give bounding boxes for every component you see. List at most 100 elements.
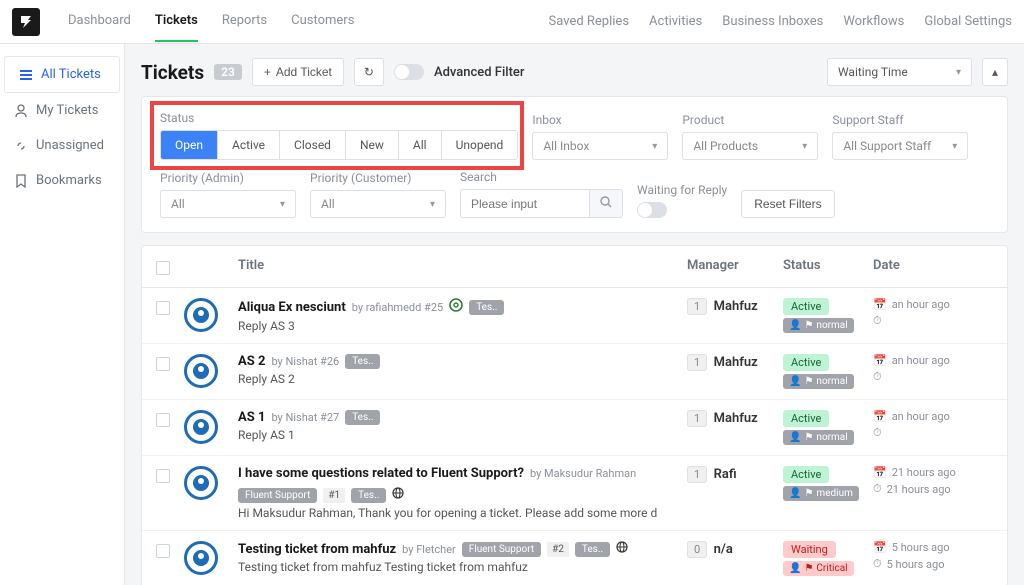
status-tab-all[interactable]: All [399,131,442,159]
clock-icon: ⏱ [873,557,882,571]
reset-filters-button[interactable]: Reset Filters [741,190,834,218]
select-all-checkbox[interactable] [156,261,170,275]
status-badge: Active [783,298,829,315]
col-title: Title [238,258,687,275]
reply-count: 1 [687,354,707,371]
nav-workflows[interactable]: Workflows [843,2,904,41]
priority-badge: 👤⚑ normal [783,318,854,333]
nav-dashboard[interactable]: Dashboard [68,1,131,42]
clock-icon: ⏱ [873,314,882,328]
priority-customer-select[interactable]: All ▾ [310,190,446,218]
status-tab-closed[interactable]: Closed [280,131,346,159]
sidebar-item-all-tickets[interactable]: All Tickets [4,56,120,93]
nav-saved-replies[interactable]: Saved Replies [549,2,630,41]
ticket-excerpt: Reply AS 3 [238,319,687,333]
priority-badge: 👤⚑ Critical [783,561,854,576]
row-checkbox[interactable] [156,469,170,483]
page-title: Tickets [141,61,204,84]
status-badge: Waiting [783,541,836,558]
row-checkbox[interactable] [156,413,170,427]
chevron-down-icon: ▾ [652,141,657,152]
table-header: Title Manager Status Date [142,246,1007,288]
ticket-hash: #1 [323,488,345,503]
clock-icon: ⏱ [873,426,882,440]
sidebar-item-unassigned[interactable]: Unassigned [0,128,124,163]
manager-name: Mahfuz [714,355,758,370]
ticket-author: by rafiahmedd #25 [352,301,443,314]
col-date: Date [873,258,993,275]
globe-icon [616,541,628,557]
ticket-tag: Tes.. [575,542,610,557]
ticket-tag: Tes.. [351,488,386,503]
priority-admin-select[interactable]: All ▾ [160,190,296,218]
avatar [184,354,218,388]
ticket-tag: Fluent Support [238,488,317,503]
manager-name: Mahfuz [714,299,758,314]
filter-label-search: Search [460,170,623,184]
inbox-select[interactable]: All Inbox ▾ [532,132,668,160]
date-created: an hour ago [892,354,950,367]
nav-business-inboxes[interactable]: Business Inboxes [722,2,823,41]
nav-tickets[interactable]: Tickets [155,1,198,42]
app-logo[interactable] [12,8,40,36]
refresh-button[interactable]: ↻ [354,58,384,86]
status-tab-open[interactable]: Open [161,131,218,159]
status-badge: Active [783,354,829,371]
avatar [184,541,218,575]
date-responded: 21 hours ago [887,483,951,496]
product-select[interactable]: All Products ▾ [682,132,818,160]
search-button[interactable] [590,189,623,218]
ticket-author: by Nishat #26 [271,355,339,368]
date-responded: 5 hours ago [887,558,945,571]
chevron-down-icon: ▾ [280,199,285,210]
status-tab-active[interactable]: Active [218,131,280,159]
chevron-down-icon: ▾ [430,199,435,210]
ticket-row[interactable]: Testing ticket from mahfuzby FletcherFlu… [142,531,1007,585]
waiting-reply-toggle[interactable] [637,202,667,218]
sidebar-item-bookmarks[interactable]: Bookmarks [0,163,124,198]
chevron-down-icon: ▾ [956,67,961,78]
row-checkbox[interactable] [156,301,170,315]
flag-icon: ⚑ [804,432,813,443]
sidebar: All TicketsMy TicketsUnassignedBookmarks [0,44,125,585]
col-manager: Manager [687,258,783,275]
status-tab-unopend[interactable]: Unopend [442,131,518,159]
status-segmented: OpenActiveClosedNewAllUnopend [160,130,518,160]
ticket-row[interactable]: AS 2by Nishat #26Tes..Reply AS 21 Mahfuz… [142,344,1007,400]
nav-global-settings[interactable]: Global Settings [924,2,1012,41]
nav-customers[interactable]: Customers [291,1,354,42]
user-icon: 👤 [789,432,801,443]
ticket-row[interactable]: AS 1by Nishat #27Tes..Reply AS 11 Mahfuz… [142,400,1007,456]
avatar [184,298,218,332]
ticket-title: AS 1 [238,410,265,425]
flag-icon: ⚑ [804,563,813,574]
ticket-row[interactable]: I have some questions related to Fluent … [142,456,1007,531]
ticket-excerpt: Reply AS 1 [238,428,687,442]
date-created: an hour ago [892,410,950,423]
ticket-tag: Tes.. [345,410,380,425]
search-input[interactable] [460,189,590,218]
filter-label-staff: Support Staff [832,113,968,127]
sort-select[interactable]: Waiting Time ▾ [827,58,972,86]
sidebar-item-my-tickets[interactable]: My Tickets [0,93,124,128]
flag-icon: ⚑ [804,376,813,387]
date-created: 21 hours ago [892,466,956,479]
plus-icon: + [264,65,271,79]
ticket-title: Aliqua Ex nesciunt [238,300,346,315]
staff-select[interactable]: All Support Staff ▾ [832,132,968,160]
nav-activities[interactable]: Activities [649,2,702,41]
row-checkbox[interactable] [156,357,170,371]
chevron-down-icon: ▾ [802,141,807,152]
add-ticket-button[interactable]: + Add Ticket [252,58,344,86]
sort-direction-button[interactable]: ▴ [982,58,1008,86]
advanced-filter-label: Advanced Filter [434,65,525,80]
reply-count: 1 [687,466,707,483]
bookmark-icon [14,174,28,188]
ticket-tag: Tes.. [469,300,504,315]
globe-icon [392,487,404,503]
advanced-filter-toggle[interactable] [394,64,424,80]
status-tab-new[interactable]: New [346,131,399,159]
nav-reports[interactable]: Reports [222,1,267,42]
row-checkbox[interactable] [156,544,170,558]
ticket-row[interactable]: Aliqua Ex nesciunt by rafiahmedd #25 Tes..… [142,288,1007,344]
